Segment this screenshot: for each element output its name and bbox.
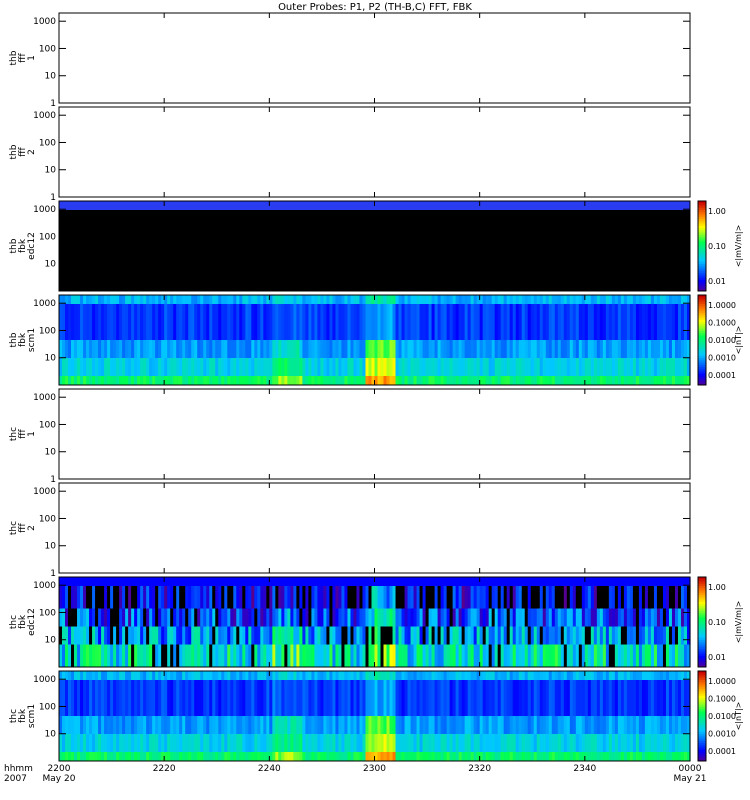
- y-tick-label: 1000: [33, 487, 56, 497]
- x-tick-label: 2200: [48, 764, 71, 774]
- y-tick-label: 1000: [33, 111, 56, 121]
- panel-ylabel: scm1: [27, 328, 37, 352]
- y-tick-label: 100: [39, 420, 56, 430]
- colorbar-tick-label: 1.0000: [708, 677, 736, 686]
- y-tick-label: 1000: [33, 205, 56, 215]
- colorbar-label: <|nT|>: [734, 702, 743, 731]
- y-tick-label: 10: [45, 354, 57, 364]
- colorbar-label: <|mV/m|>: [734, 225, 743, 268]
- y-tick-label: 100: [39, 702, 56, 712]
- y-tick-label: 1000: [33, 393, 56, 403]
- panel-ylabel: scm1: [27, 704, 37, 728]
- colorbar-tick-label: 0.0010: [708, 730, 736, 739]
- y-tick-label: 1: [50, 569, 56, 579]
- colorbar-tick-label: 1.0000: [708, 301, 736, 310]
- colorbar-label: <|nT|>: [734, 326, 743, 355]
- x-tick-label: 2320: [468, 764, 491, 774]
- colorbar-tick-label: 0.01: [708, 277, 726, 286]
- colorbar-tick-label: 0.1000: [708, 319, 736, 328]
- y-tick-label: 1: [50, 193, 56, 203]
- x-tick-date: May 20: [43, 774, 76, 784]
- figure-title: Outer Probes: P1, P2 (TH-B,C) FFT, FBK: [278, 2, 472, 13]
- panel-5: 1101001000thc fff 1: [9, 388, 691, 485]
- colorbar-tick-label: 0.1000: [708, 695, 736, 704]
- panel-2: 1101001000thb fff 2: [9, 106, 691, 203]
- y-tick-label: 10: [45, 166, 57, 176]
- panel-frame: [58, 482, 691, 574]
- x-tick-label: 2240: [258, 764, 281, 774]
- time-axis-corner-label: 2007: [4, 774, 27, 784]
- colorbar-label: <|mV/m|>: [734, 601, 743, 644]
- colorbar-tick-label: 0.01: [708, 653, 726, 662]
- y-tick-label: 100: [39, 514, 56, 524]
- panel-ylabel: edc12: [27, 608, 37, 636]
- colorbar-tick-label: 0.0100: [708, 336, 736, 345]
- heatmap-background: [59, 201, 690, 291]
- y-tick-label: 1000: [33, 299, 56, 309]
- colorbar-tick-label: 0.0001: [708, 747, 736, 756]
- panel-ylabel: 2: [27, 525, 37, 531]
- panel-8: 101001000thc fbk scm11.00000.10000.01000.0…: [9, 670, 743, 762]
- y-tick-label: 10: [45, 636, 57, 646]
- panel-frame: [58, 12, 691, 104]
- y-tick-label: 10: [45, 260, 57, 270]
- y-tick-label: 1000: [33, 675, 56, 685]
- colorbar-tick-label: 0.0001: [708, 371, 736, 380]
- panel-ylabel: 2: [27, 149, 37, 155]
- x-tick-label: 0000: [679, 764, 702, 774]
- panel-frame: [58, 388, 691, 480]
- y-tick-label: 100: [39, 232, 56, 242]
- y-tick-label: 1: [50, 99, 56, 109]
- y-tick-label: 10: [45, 72, 57, 82]
- colorbar-tick-label: 0.10: [708, 242, 726, 251]
- panel-ylabel: edc12: [27, 232, 37, 260]
- y-tick-label: 100: [39, 138, 56, 148]
- panel-ylabel: 1: [27, 55, 37, 61]
- panel-1: 1101001000thb fff 1: [9, 12, 691, 109]
- spectrogram-figure: Outer Probes: P1, P2 (TH-B,C) FFT, FBK 1…: [4, 2, 743, 784]
- y-tick-label: 1: [50, 475, 56, 485]
- y-tick-label: 10: [45, 730, 57, 740]
- panel-6: 1101001000thc fff 2: [9, 482, 691, 579]
- colorbar-tick-label: 1.00: [708, 583, 726, 592]
- colorbar-tick-label: 0.10: [708, 618, 726, 627]
- time-axis: 2200May 20 2220 2240 2300 2320 2340 0000May 21…: [4, 13, 706, 784]
- panel-ylabel: 1: [27, 431, 37, 437]
- y-tick-label: 100: [39, 608, 56, 618]
- y-tick-label: 100: [39, 44, 56, 54]
- panel-frame: [58, 106, 691, 198]
- colorbar-tick-label: 1.00: [708, 207, 726, 216]
- y-tick-label: 10: [45, 542, 57, 552]
- colorbar-tick-label: 0.0100: [708, 712, 736, 721]
- panels: 1101001000thb fff 11101001000thb fff 2101001…: [9, 12, 743, 762]
- y-tick-label: 10: [45, 448, 57, 458]
- panel-7: 101001000thc fbk edc121.000.100.01<|mV/m|>: [9, 576, 743, 668]
- x-tick-date: May 21: [674, 774, 707, 784]
- y-tick-label: 100: [39, 326, 56, 336]
- y-tick-label: 1000: [33, 581, 56, 591]
- x-tick-label: 2220: [153, 764, 176, 774]
- y-tick-label: 1000: [33, 17, 56, 27]
- panel-4: 101001000thb fbk scm11.00000.10000.01000.0…: [9, 294, 743, 386]
- x-tick-label: 2340: [573, 764, 596, 774]
- panel-3: 101001000thb fbk edc121.000.100.01<|mV/m|>: [9, 200, 743, 292]
- colorbar-tick-label: 0.0010: [708, 354, 736, 363]
- x-tick-label: 2300: [363, 764, 386, 774]
- time-axis-corner-label: hhmm: [4, 764, 33, 774]
